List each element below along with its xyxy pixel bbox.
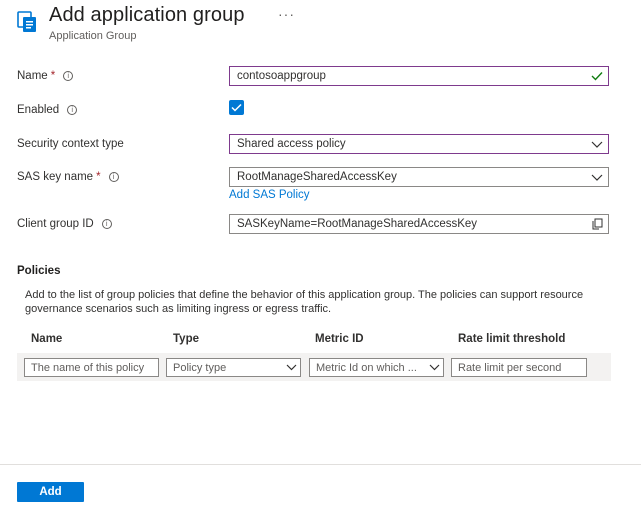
- enabled-label-row: Enabled i: [17, 104, 78, 116]
- required-marker: *: [96, 171, 101, 183]
- add-button[interactable]: Add: [17, 482, 84, 502]
- footer-divider: [0, 464, 641, 465]
- info-icon[interactable]: i: [101, 219, 112, 229]
- application-group-icon: [17, 10, 39, 34]
- add-application-group-page: Add application group Application Group …: [0, 0, 641, 518]
- policy-name-input[interactable]: The name of this policy: [24, 358, 159, 377]
- checkmark-icon: [586, 67, 608, 85]
- enabled-label: Enabled: [17, 104, 60, 116]
- info-icon[interactable]: i: [108, 172, 119, 182]
- column-header-rate-limit-threshold: Rate limit threshold: [458, 333, 566, 345]
- client-group-id-field[interactable]: SASKeyName=RootManageSharedAccessKey: [229, 214, 609, 234]
- name-input-value[interactable]: contosoappgroup: [237, 70, 586, 82]
- sas-key-name-dropdown[interactable]: RootManageSharedAccessKey: [229, 167, 609, 187]
- name-label: Name: [17, 70, 48, 82]
- name-input[interactable]: contosoappgroup: [229, 66, 609, 86]
- policy-type-placeholder[interactable]: Policy type: [173, 362, 282, 374]
- security-context-label: Security context type: [17, 138, 124, 150]
- check-icon: [231, 103, 242, 112]
- metric-id-placeholder[interactable]: Metric Id on which ...: [316, 362, 425, 374]
- page-subtitle: Application Group: [49, 30, 137, 42]
- column-header-type: Type: [173, 333, 199, 345]
- chevron-down-icon[interactable]: [282, 364, 300, 371]
- client-group-id-label: Client group ID: [17, 218, 94, 230]
- client-group-id-label-row: Client group ID i: [17, 218, 112, 230]
- chevron-down-icon[interactable]: [425, 364, 443, 371]
- page-title: Add application group: [49, 4, 245, 26]
- policies-heading: Policies: [17, 265, 61, 277]
- sas-key-name-value[interactable]: RootManageSharedAccessKey: [237, 171, 586, 183]
- name-label-row: Name * i: [17, 70, 74, 82]
- metric-id-dropdown[interactable]: Metric Id on which ...: [309, 358, 444, 377]
- column-header-metric-id: Metric ID: [315, 333, 364, 345]
- security-context-type-value[interactable]: Shared access policy: [237, 138, 586, 150]
- rate-limit-placeholder[interactable]: Rate limit per second: [458, 362, 586, 374]
- sas-key-name-label: SAS key name: [17, 171, 94, 183]
- chevron-down-icon[interactable]: [586, 168, 608, 186]
- client-group-id-value[interactable]: SASKeyName=RootManageSharedAccessKey: [237, 218, 586, 230]
- rate-limit-input[interactable]: Rate limit per second: [451, 358, 587, 377]
- policy-name-placeholder[interactable]: The name of this policy: [31, 362, 158, 374]
- policy-type-dropdown[interactable]: Policy type: [166, 358, 301, 377]
- column-header-name: Name: [31, 333, 63, 345]
- enabled-checkbox[interactable]: [229, 100, 244, 115]
- add-sas-policy-link[interactable]: Add SAS Policy: [229, 189, 310, 201]
- info-icon[interactable]: i: [63, 71, 74, 81]
- info-icon[interactable]: i: [67, 105, 78, 115]
- more-options-button[interactable]: ···: [278, 6, 295, 22]
- security-context-type-dropdown[interactable]: Shared access policy: [229, 134, 609, 154]
- security-context-label-row: Security context type: [17, 138, 124, 150]
- required-marker: *: [50, 70, 56, 82]
- copy-icon[interactable]: [586, 215, 608, 233]
- sas-key-name-label-row: SAS key name * i: [17, 171, 119, 183]
- chevron-down-icon[interactable]: [586, 135, 608, 153]
- policies-description: Add to the list of group policies that d…: [25, 289, 584, 315]
